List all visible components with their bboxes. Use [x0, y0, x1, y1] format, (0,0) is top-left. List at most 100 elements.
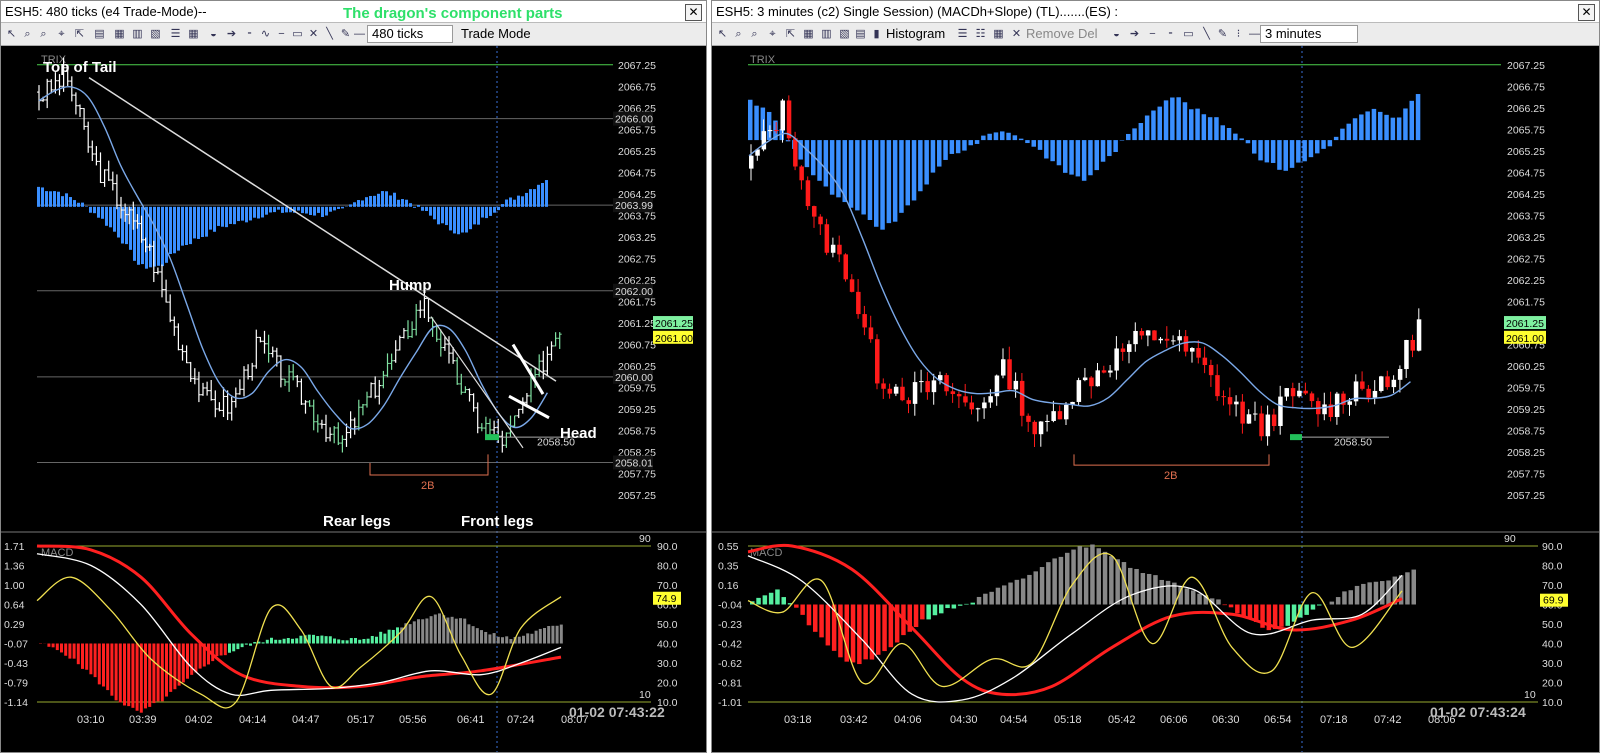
zoom-in-icon[interactable]: ⌕ — [732, 28, 745, 41]
macd-histogram-bar — [76, 643, 80, 665]
pencil-icon[interactable]: ✎ — [1216, 28, 1229, 41]
macd-histogram-bar — [555, 625, 559, 644]
trix-histogram-bar — [117, 206, 120, 238]
dash-icon[interactable]: ⁃ — [1164, 28, 1177, 41]
strategies-icon[interactable]: ▧ — [838, 28, 851, 41]
remove-icon[interactable]: ✕ — [307, 28, 320, 41]
ellipse-icon[interactable]: ◒ — [207, 28, 220, 41]
remove-icon[interactable]: ✕ — [1010, 28, 1023, 41]
trix-histogram-bar — [1264, 140, 1270, 163]
trix-histogram-bar — [1207, 117, 1213, 141]
trix-histogram-bar — [281, 206, 284, 213]
strategies-icon[interactable]: ▧ — [149, 28, 162, 41]
pencil-icon[interactable]: ✎ — [339, 28, 352, 41]
trix-histogram-bar — [1302, 140, 1307, 162]
arrow-right-icon[interactable]: ➔ — [1128, 28, 1141, 41]
zoom-in-icon[interactable]: ⌕ — [21, 28, 34, 41]
trix-histogram-bar — [497, 206, 500, 211]
grid-small-icon[interactable]: ⁝ — [1232, 28, 1245, 41]
ellipse-icon[interactable]: ◒ — [1110, 28, 1123, 41]
zoom-out-icon[interactable]: ⌕ — [37, 28, 50, 41]
pointer-icon[interactable]: ↖ — [716, 28, 729, 41]
interval-selector[interactable]: 3 minutes — [1260, 25, 1358, 43]
line-tool-icon[interactable]: ╲ — [1200, 28, 1213, 41]
trix-histogram-bar — [445, 206, 448, 226]
rectangle-icon[interactable]: ▭ — [291, 28, 304, 41]
macd-histogram-bar — [762, 595, 768, 605]
histogram-selector[interactable]: Histogram — [886, 26, 945, 41]
minus-icon[interactable]: − — [275, 28, 288, 41]
trix-histogram-bar — [1069, 140, 1074, 175]
macd-histogram-bar — [1367, 582, 1372, 605]
data-box-icon[interactable]: ▦ — [113, 28, 126, 41]
macd-histogram-bar — [173, 643, 177, 690]
candle-body — [1372, 390, 1378, 398]
crosshair-icon[interactable]: ⌖ — [766, 28, 779, 41]
cursor-icon[interactable]: ⇱ — [784, 28, 797, 41]
candle-body — [1064, 404, 1069, 420]
grid-icon[interactable]: ▦ — [187, 28, 200, 41]
cursor-icon[interactable]: ⇱ — [73, 28, 86, 41]
trix-histogram-bar — [1277, 140, 1282, 170]
trix-histogram-bar — [61, 196, 64, 207]
macd-axis-label: -0.81 — [718, 678, 742, 690]
chart-style-icon[interactable]: ▤ — [93, 28, 106, 41]
close-left-window-button[interactable]: ✕ — [685, 4, 702, 21]
macd-histogram-bar — [488, 634, 492, 644]
trix-histogram-bar — [874, 140, 879, 227]
macd-histogram-bar — [945, 604, 950, 609]
minus-icon[interactable]: − — [1146, 28, 1159, 41]
osc-axis-label: 20.0 — [657, 678, 678, 690]
osc-90-level-label: 90 — [1504, 533, 1516, 545]
zoom-out-icon[interactable]: ⌕ — [748, 28, 761, 41]
osc-axis-label: 30.0 — [1542, 658, 1563, 670]
trix-histogram-bar — [1327, 140, 1333, 147]
wave-icon[interactable]: ∿ — [259, 28, 272, 41]
dash-icon[interactable]: ⁃ — [243, 28, 256, 41]
indicators-icon[interactable]: ▥ — [820, 28, 833, 41]
macd-histogram-bar — [312, 634, 315, 644]
line-tool-icon[interactable]: ╲ — [323, 28, 336, 41]
macd-axis-label: -0.23 — [718, 619, 742, 631]
trix-histogram-bar — [1151, 110, 1156, 141]
data-box-icon[interactable]: ▦ — [802, 28, 815, 41]
trix-histogram-bar — [481, 206, 484, 218]
trix-histogram-bar — [465, 206, 468, 233]
dash-line-icon[interactable]: — — [353, 28, 366, 41]
candle-body — [837, 244, 842, 255]
macd-histogram-bar — [1002, 585, 1007, 605]
osc-axis-label: 20.0 — [1542, 678, 1563, 690]
trix-histogram-bar — [1113, 140, 1118, 152]
rectangle-icon[interactable]: ▭ — [1182, 28, 1195, 41]
candle-body — [1202, 357, 1208, 366]
osc-axis-label: 30.0 — [657, 658, 678, 670]
chart-style-icon[interactable]: ▤ — [854, 28, 867, 41]
macd-histogram-bar — [970, 602, 975, 605]
properties-icon[interactable]: ☰ — [169, 28, 182, 41]
macd-axis-label: -0.04 — [718, 600, 742, 612]
arrow-right-icon[interactable]: ➔ — [225, 28, 238, 41]
indicators-icon[interactable]: ▥ — [131, 28, 144, 41]
properties-icon[interactable]: ☰ — [956, 28, 969, 41]
candle-body — [1278, 396, 1283, 427]
pointer-icon[interactable]: ↖ — [5, 28, 18, 41]
interval-selector[interactable]: 480 ticks — [367, 25, 453, 43]
candle-body — [1051, 411, 1056, 421]
trix-histogram-bar — [245, 206, 248, 223]
remove-del-button[interactable]: Remove Del — [1026, 26, 1098, 41]
macd-histogram-bar — [1197, 593, 1202, 605]
price-axis-label: 2065.25 — [618, 146, 656, 158]
macd-histogram-bar — [530, 633, 534, 644]
macd-histogram-bar — [89, 643, 93, 675]
histogram-icon[interactable]: ▮ — [870, 28, 883, 41]
macd-histogram-bar — [1058, 556, 1064, 605]
close-right-window-button[interactable]: ✕ — [1578, 4, 1595, 21]
trix-histogram-bar — [373, 195, 376, 207]
macd-histogram-bar — [1279, 604, 1284, 627]
time-axis-label: 05:18 — [1054, 714, 1082, 726]
macd-histogram-bar — [135, 643, 139, 711]
grid-icon[interactable]: ▦ — [992, 28, 1005, 41]
trade-mode-selector[interactable]: Trade Mode — [461, 26, 531, 41]
crosshair-icon[interactable]: ⌖ — [55, 28, 68, 41]
list-icon[interactable]: ☷ — [974, 28, 987, 41]
